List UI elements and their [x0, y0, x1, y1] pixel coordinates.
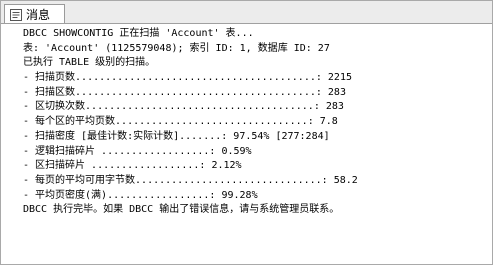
- message-line: - 每个区的平均页数..............................…: [23, 116, 338, 128]
- message-line: 已执行 TABLE 级别的扫描。: [23, 57, 156, 69]
- message-line: - 每页的平均可用字节数............................…: [23, 174, 358, 186]
- message-line: - 区切换次数.................................…: [23, 101, 344, 113]
- tab-strip: 消息: [1, 1, 492, 24]
- messages-panel: 消息 DBCC SHOWCONTIG 正在扫描 'Account' 表... 表…: [0, 0, 493, 265]
- message-line: - 逻辑扫描碎片 ..................: 0.59%: [23, 145, 252, 157]
- message-line: - 扫描区数..................................…: [23, 86, 346, 98]
- message-line: 表: 'Account' (1125579048); 索引 ID: 1, 数据库…: [23, 42, 330, 54]
- message-icon: [9, 7, 23, 21]
- tab-messages-label: 消息: [26, 7, 51, 22]
- message-output: DBCC SHOWCONTIG 正在扫描 'Account' 表... 表: '…: [23, 27, 488, 259]
- message-line: - 平均页密度(满).................: 99.28%: [23, 189, 258, 201]
- tab-messages[interactable]: 消息: [4, 4, 65, 23]
- message-line: DBCC 执行完毕。如果 DBCC 输出了错误信息，请与系统管理员联系。: [23, 204, 340, 216]
- message-line: - 扫描密度 [最佳计数:实际计数].......: 97.54% [277:2…: [23, 130, 330, 142]
- message-line: - 扫描页数..................................…: [23, 72, 352, 84]
- message-line: - 区扫描碎片 ..................: 2.12%: [23, 160, 242, 172]
- message-line: DBCC SHOWCONTIG 正在扫描 'Account' 表...: [23, 28, 254, 39]
